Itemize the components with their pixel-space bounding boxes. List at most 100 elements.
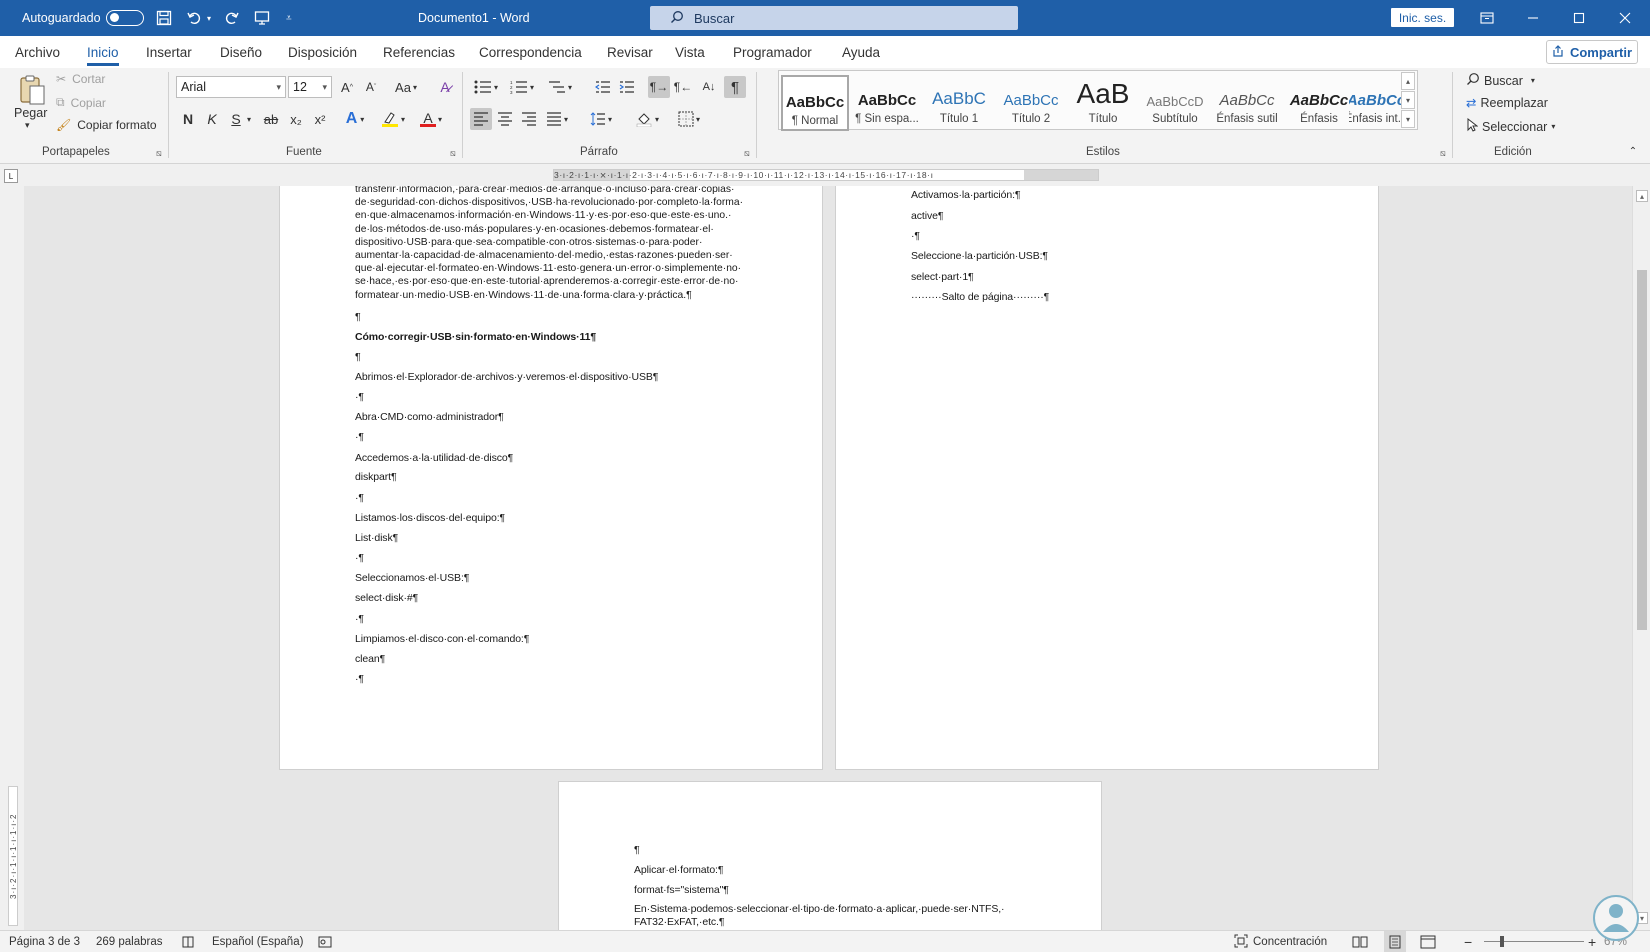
proofing-icon[interactable] (181, 931, 195, 952)
underline-dropdown-icon[interactable]: ▾ (244, 108, 254, 130)
word-count[interactable]: 269 palabras (96, 931, 163, 952)
select-button[interactable]: Seleccionar ▾ (1466, 117, 1555, 135)
pilcrow[interactable]: ·¶ (355, 431, 364, 443)
maximize-icon[interactable] (1556, 0, 1602, 36)
collapse-ribbon-icon[interactable]: ⌃ (1626, 144, 1640, 158)
paragraph[interactable]: Abra·CMD·como·administrador¶ (355, 411, 504, 423)
align-center-icon[interactable] (494, 108, 516, 130)
pilcrow[interactable]: ·¶ (911, 230, 920, 242)
paragraph[interactable]: List·disk¶ (355, 532, 398, 544)
pilcrow[interactable]: ·¶ (355, 391, 364, 403)
close-icon[interactable] (1602, 0, 1648, 36)
style-no-spacing[interactable]: AaBbCc ¶ Sin espa... (853, 75, 921, 131)
clipboard-launcher-icon[interactable]: ⧅ (156, 148, 162, 159)
style-heading-2[interactable]: AaBbCc Título 2 (997, 75, 1065, 131)
paragraph[interactable]: Aplicar·el·formato:¶ (634, 864, 724, 876)
scroll-thumb[interactable] (1637, 270, 1647, 630)
tab-inicio[interactable]: Inicio (87, 36, 119, 68)
font-size-combo[interactable]: 12 ▾ (288, 76, 332, 98)
paste-icon[interactable] (14, 72, 50, 108)
sort-icon[interactable]: A↓ (698, 76, 720, 98)
page-indicator[interactable]: Página 3 de 3 (9, 931, 80, 952)
paragraph[interactable]: clean¶ (355, 653, 385, 665)
shading-icon[interactable]: ▾ (630, 108, 664, 130)
vertical-ruler[interactable]: 3·ı·2·ı·1·ı·1·ı·1·ı·2 (0, 186, 24, 930)
tab-revisar[interactable]: Revisar (607, 36, 653, 68)
show-formatting-marks-icon[interactable]: ¶ (724, 76, 746, 98)
cut-button[interactable]: ✂ Cortar (56, 72, 105, 86)
pilcrow[interactable]: ·¶ (355, 492, 364, 504)
clear-formatting-icon[interactable]: A̷ (434, 76, 456, 98)
paste-button[interactable]: Pegar (14, 106, 47, 120)
paragraph[interactable]: Abrimos·el·Explorador·de·archivos·y·vere… (355, 371, 658, 383)
change-case-icon[interactable]: Aa ▾ (390, 76, 422, 98)
style-emphasis[interactable]: AaBbCc Énfasis (1285, 75, 1353, 131)
copy-button[interactable]: ⧉ Copiar (56, 95, 106, 110)
heading-paragraph[interactable]: Cómo·corregir·USB·sin·formato·en·Windows… (355, 331, 596, 343)
pilcrow[interactable]: ·¶ (355, 552, 364, 564)
horizontal-ruler[interactable]: 3·ı·2·ı·1·ı·⨯·ı·1·ı·2·ı·3·ı·4·ı·5·ı·6·ı·… (553, 169, 1099, 181)
pilcrow[interactable]: ¶ (355, 311, 361, 323)
paragraph[interactable]: select·part·1¶ (911, 271, 974, 283)
tab-archivo[interactable]: Archivo (15, 36, 60, 68)
replace-button[interactable]: ⇄ Reemplazar (1466, 95, 1548, 111)
gallery-up-icon[interactable]: ▴ (1401, 72, 1415, 90)
tab-vista[interactable]: Vista (675, 36, 705, 68)
vertical-scrollbar[interactable]: ▴ ▾ (1632, 186, 1650, 930)
superscript-icon[interactable]: x² (310, 108, 330, 130)
style-subtle-emphasis[interactable]: AaBbCc Énfasis sutil (1213, 75, 1281, 131)
read-mode-icon[interactable] (1352, 931, 1368, 952)
page-break-marker[interactable]: ·········Salto de página·········¶ (911, 291, 1049, 303)
tab-selector-icon[interactable]: L (4, 169, 18, 183)
tab-insertar[interactable]: Insertar (146, 36, 192, 68)
paragraph[interactable]: active¶ (911, 210, 943, 222)
paragraph[interactable]: Accedemos·a·la·utilidad·de·disco¶ (355, 452, 513, 464)
zoom-slider-thumb[interactable] (1500, 936, 1504, 947)
strikethrough-icon[interactable]: ab (260, 108, 282, 130)
underline-icon[interactable]: S (226, 108, 246, 130)
search-box[interactable]: Buscar (650, 6, 1018, 30)
sign-in-button[interactable]: Inic. ses. (1391, 8, 1454, 27)
paragraph[interactable]: Listamos·los·discos·del·equipo:¶ (355, 512, 505, 524)
paragraph[interactable]: Limpiamos·el·disco·con·el·comando:¶ (355, 633, 529, 645)
style-title[interactable]: AaB Título (1069, 75, 1137, 131)
multilevel-list-icon[interactable]: ▾ (544, 76, 576, 98)
styles-launcher-icon[interactable]: ⧅ (1440, 148, 1446, 159)
gallery-more-icon[interactable]: ▾ (1401, 110, 1415, 128)
subscript-icon[interactable]: x₂ (286, 108, 306, 130)
tab-correspondencia[interactable]: Correspondencia (479, 36, 582, 68)
page-1[interactable]: transferir·información,·para·crear·medio… (279, 186, 823, 770)
decrease-indent-icon[interactable] (592, 76, 614, 98)
zoom-slider[interactable] (1484, 941, 1584, 942)
format-painter-button[interactable]: 🖌 Copiar formato (56, 118, 157, 132)
text-effects-icon[interactable]: A ▾ (340, 108, 370, 130)
pilcrow[interactable]: ¶ (355, 351, 361, 363)
ribbon-display-options-icon[interactable] (1464, 0, 1510, 36)
zoom-out-icon[interactable]: − (1464, 931, 1472, 952)
paragraph[interactable]: En·Sistema·podemos·seleccionar·el·tipo·d… (634, 903, 1005, 915)
page-2[interactable]: Activamos·la·partición:¶ active¶ ·¶ Sele… (835, 186, 1379, 770)
print-layout-icon[interactable] (1384, 931, 1406, 952)
style-intense-emphasis[interactable]: AaBbCc Énfasis int... (1349, 75, 1403, 131)
align-right-icon[interactable] (518, 108, 540, 130)
font-color-icon[interactable]: A ▾ (416, 108, 446, 130)
gallery-down-icon[interactable]: ▾ (1401, 91, 1415, 109)
presentation-icon[interactable] (254, 0, 270, 36)
undo-dropdown-icon[interactable]: ▾ (207, 0, 211, 36)
redo-icon[interactable] (224, 0, 240, 36)
italic-icon[interactable]: K (202, 108, 222, 130)
tab-programador[interactable]: Programador (733, 36, 812, 68)
pilcrow[interactable]: ·¶ (355, 613, 364, 625)
paste-dropdown-icon[interactable]: ▾ (25, 120, 30, 131)
style-subtitle[interactable]: AaBbCcD Subtítulo (1141, 75, 1209, 131)
paragraph[interactable]: Seleccionamos·el·USB:¶ (355, 572, 469, 584)
language-indicator[interactable]: Español (España) (212, 931, 303, 952)
page-3[interactable]: ¶ Aplicar·el·formato:¶ format·fs="sistem… (558, 781, 1102, 930)
grow-font-icon[interactable]: A ^ (336, 76, 358, 98)
ltr-icon[interactable]: ¶→ (648, 76, 670, 98)
line-spacing-icon[interactable]: ▾ (586, 108, 616, 130)
customize-toolbar-icon[interactable]: ⩡ (286, 0, 292, 36)
tab-ayuda[interactable]: Ayuda (842, 36, 880, 68)
tab-disposicion[interactable]: Disposición (288, 36, 357, 68)
focus-mode-button[interactable]: Concentración (1234, 931, 1327, 952)
